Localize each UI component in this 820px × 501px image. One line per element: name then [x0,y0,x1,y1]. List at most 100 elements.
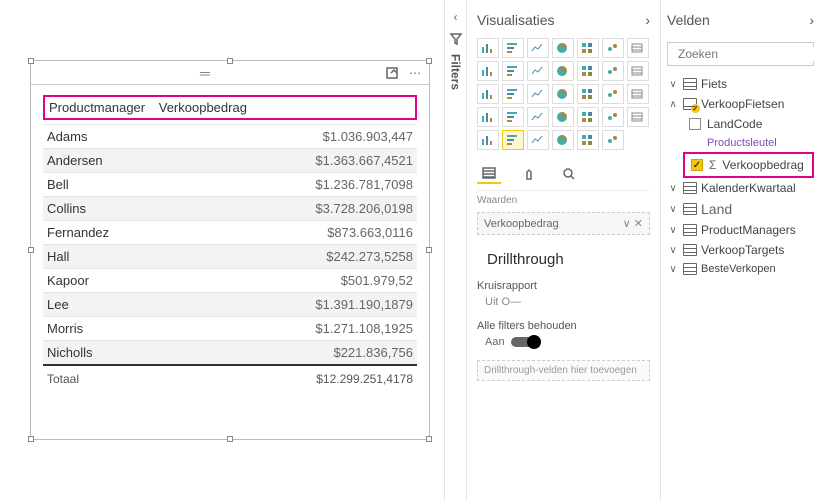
viz-type-icon[interactable] [477,61,499,81]
viz-type-icon[interactable] [602,107,624,127]
drag-handle-icon[interactable]: ═ [37,65,375,81]
resize-handle[interactable] [28,436,34,442]
viz-type-icon[interactable] [577,107,599,127]
resize-handle[interactable] [28,58,34,64]
row-value: $1.363.667,4521 [315,153,413,168]
chevron-down-icon: ∨ [667,183,679,194]
chevron-left-icon[interactable]: ‹ [454,10,458,24]
viz-type-icon[interactable] [502,130,524,150]
field-verkoopbedrag[interactable]: ✓ Σ Verkoopbedrag [687,155,810,175]
viz-type-icon[interactable] [477,84,499,104]
search-input[interactable] [678,47,820,61]
viz-type-icon[interactable] [552,38,574,58]
visualizations-pane: Visualisaties › Waarden Verkoopbedrag ∨ … [466,0,660,501]
filters-pane-collapsed[interactable]: ‹ Filters [444,0,466,501]
table-productmanagers[interactable]: ∨ ProductManagers [667,220,814,240]
fields-tab[interactable] [477,164,501,184]
resize-handle[interactable] [426,247,432,253]
viz-type-icon[interactable] [527,84,549,104]
column-header-verkoopbedrag[interactable]: Verkoopbedrag [159,100,247,115]
resize-handle[interactable] [28,247,34,253]
viz-type-icon[interactable] [502,38,524,58]
resize-handle[interactable] [227,436,233,442]
table-row[interactable]: Morris $1.271.108,1925 [43,316,417,340]
viz-type-icon[interactable] [627,84,649,104]
viz-type-icon[interactable] [602,38,624,58]
chevron-right-icon[interactable]: › [809,12,814,28]
more-options-icon[interactable]: ⋯ [409,66,423,80]
viz-type-icon[interactable] [477,130,499,150]
table-row[interactable]: Adams$1.036.903,447 [43,124,417,148]
table-besteverkopen[interactable]: ∨ BesteVerkopen [667,260,814,278]
row-value: $1.391.190,1879 [315,297,413,312]
table-row[interactable]: Collins$3.728.206,0198 [43,196,417,220]
drillthrough-well[interactable]: Drillthrough-velden hier toevoegen [477,360,650,381]
viz-type-icon[interactable] [552,130,574,150]
viz-type-icon[interactable] [627,107,649,127]
viz-type-icon[interactable] [477,38,499,58]
checkbox[interactable] [689,118,701,130]
viz-type-icon[interactable] [602,84,624,104]
cross-report-state[interactable]: Uit [485,296,498,308]
fields-search[interactable] [667,42,814,66]
focus-mode-icon[interactable] [385,66,399,80]
viz-type-icon[interactable] [502,107,524,127]
viz-type-icon[interactable] [577,61,599,81]
table-row[interactable]: Fernandez$873.663,0116 [43,220,417,244]
table-icon [683,263,697,275]
viz-type-icon[interactable] [627,61,649,81]
field-actions[interactable]: ∨ ✕ [623,217,643,230]
viz-type-icon[interactable] [527,38,549,58]
row-value: $1.036.903,447 [323,129,413,144]
analytics-tab[interactable] [557,164,581,184]
table-verkooptargets[interactable]: ∨ VerkoopTargets [667,240,814,260]
table-row[interactable]: Kapoor$501.979,52 [43,268,417,292]
viz-type-icon[interactable] [502,84,524,104]
viz-type-icon[interactable] [602,61,624,81]
field-productsleutel[interactable]: Productsleutel [667,134,814,152]
field-verkoopbedrag-highlight: ✓ Σ Verkoopbedrag [683,152,814,178]
viz-type-icon[interactable] [577,38,599,58]
viz-type-icon[interactable] [527,130,549,150]
table-verkoopfietsen[interactable]: ∧ ✓ VerkoopFietsen [667,94,814,114]
viz-type-icon[interactable] [552,84,574,104]
viz-type-icon[interactable] [527,107,549,127]
keep-filters-toggle[interactable] [511,337,539,347]
total-label: Totaal [47,372,79,386]
table-row[interactable]: Hall$242.273,5258 [43,244,417,268]
viz-type-icon[interactable] [477,107,499,127]
table-row[interactable]: Andersen$1.363.667,4521 [43,148,417,172]
table-land[interactable]: ∨ Land [667,198,814,220]
viz-type-icon[interactable] [552,61,574,81]
chevron-right-icon[interactable]: › [645,12,650,28]
resize-handle[interactable] [426,436,432,442]
report-canvas[interactable]: ═ ⋯ Productmanager Verkoopbedrag Adams$1… [0,0,444,501]
chevron-down-icon: ∨ [667,204,679,215]
resize-handle[interactable] [227,58,233,64]
value-field[interactable]: Verkoopbedrag [484,218,559,230]
resize-handle[interactable] [426,58,432,64]
viz-type-icon[interactable] [577,130,599,150]
format-tab[interactable] [517,164,541,184]
row-name: Morris [47,321,83,336]
column-header-productmanager[interactable]: Productmanager [49,100,145,115]
viz-type-icon[interactable] [627,38,649,58]
table-visual[interactable]: ═ ⋯ Productmanager Verkoopbedrag Adams$1… [30,60,430,440]
row-value: $1.271.108,1925 [315,321,413,336]
table-row[interactable]: Nicholls$221.836,756 [43,340,417,364]
total-value: $12.299.251,4178 [316,372,413,386]
values-well[interactable]: Verkoopbedrag ∨ ✕ [477,212,650,235]
table-row[interactable]: Lee$1.391.190,1879 [43,292,417,316]
table-fiets[interactable]: ∨ Fiets [667,74,814,94]
viz-type-icon[interactable] [527,61,549,81]
field-landcode[interactable]: LandCode [667,114,814,134]
viz-type-icon[interactable] [502,61,524,81]
viz-type-icon[interactable] [602,130,624,150]
table-row[interactable]: Bell$1.236.781,7098 [43,172,417,196]
viz-type-icon[interactable] [552,107,574,127]
table-kalenderkwartaal[interactable]: ∨ KalenderKwartaal [667,178,814,198]
table-icon [683,203,697,215]
chevron-down-icon: ∨ [667,79,679,90]
viz-type-icon[interactable] [577,84,599,104]
checkbox-checked[interactable]: ✓ [691,159,703,171]
